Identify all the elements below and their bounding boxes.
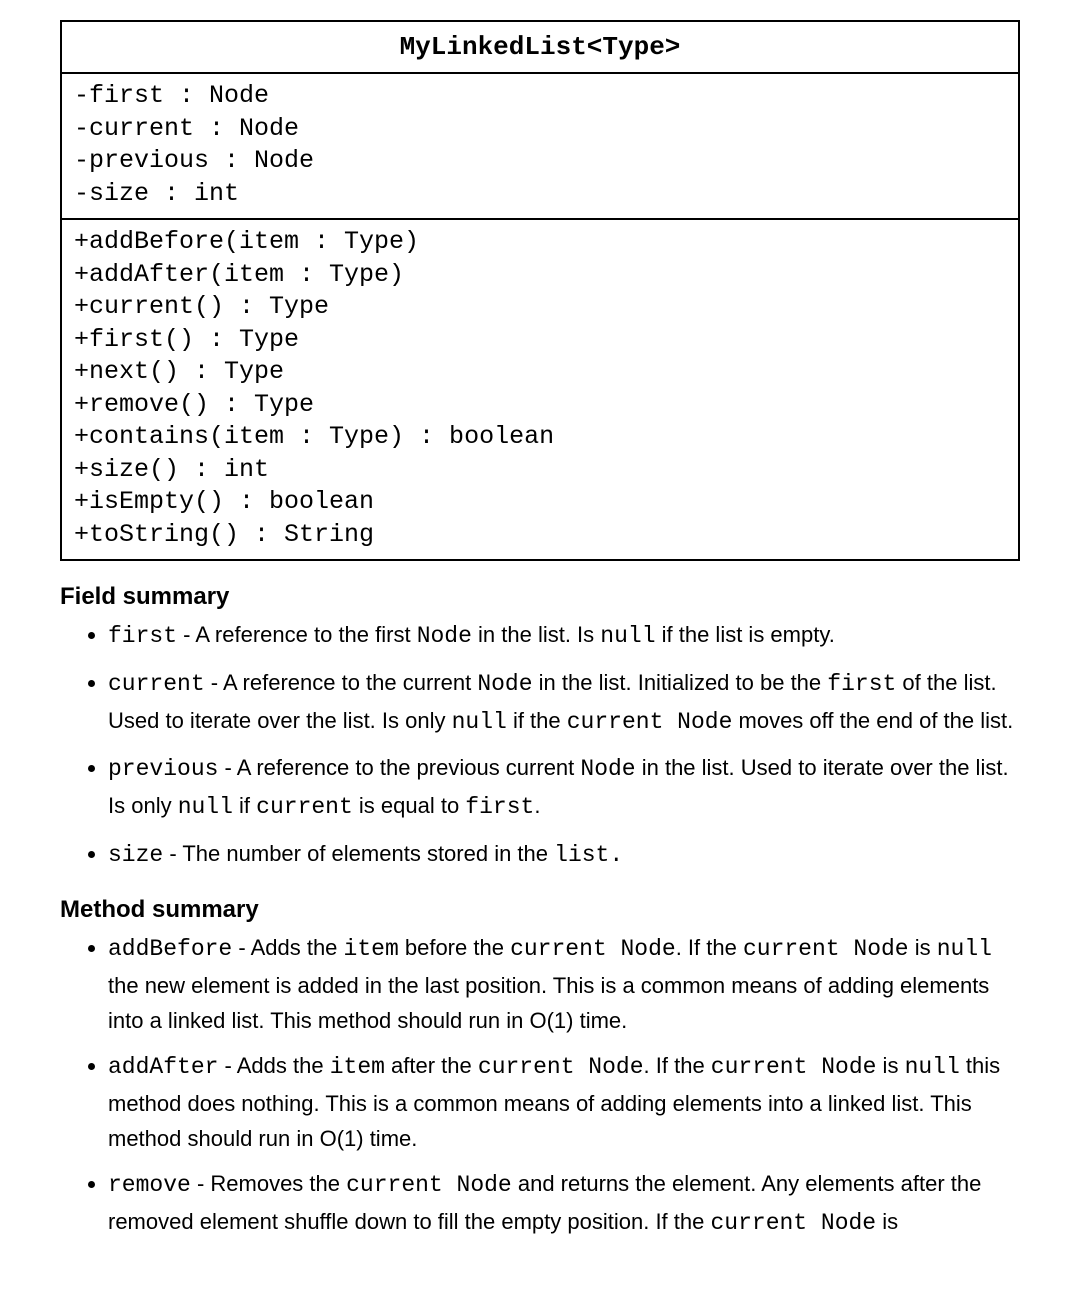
code-text: null [178,794,233,820]
uml-method-line: +current() : Type [74,291,1006,324]
uml-method-line: +addBefore(item : Type) [74,226,1006,259]
code-text: first [827,671,896,697]
code-text: addAfter [108,1054,218,1080]
code-text: current Node [711,1054,877,1080]
method-summary-heading: Method summary [60,896,1020,924]
uml-class-title: MyLinkedList<Type> [62,22,1018,74]
field-summary-item: previous - A reference to the previous c… [108,750,1020,826]
body-text: after the [385,1053,478,1078]
uml-field-line: -current : Node [74,113,1006,146]
body-text: before the [399,935,510,960]
method-summary-item: addBefore - Adds the item before the cur… [108,930,1020,1038]
code-text: current Node [743,936,909,962]
code-text: Node [417,623,472,649]
uml-field-line: -previous : Node [74,145,1006,178]
code-text: item [330,1054,385,1080]
body-text: moves off the end of the list. [732,708,1013,733]
field-summary-item: first - A reference to the first Node in… [108,617,1020,655]
code-text: current [108,671,205,697]
uml-method-line: +contains(item : Type) : boolean [74,421,1006,454]
body-text: the new element is added in the last pos… [108,973,989,1033]
body-text: . If the [676,935,743,960]
uml-field-line: -first : Node [74,80,1006,113]
method-summary-item: remove - Removes the current Node and re… [108,1166,1020,1242]
code-text: current Node [710,1210,876,1236]
body-text: in the list. Is [472,622,600,647]
body-text: . If the [644,1053,711,1078]
code-text: current [256,794,353,820]
body-text: - Adds the [232,935,343,960]
method-summary-item: addAfter - Adds the item after the curre… [108,1048,1020,1156]
method-summary-list: addBefore - Adds the item before the cur… [60,930,1020,1242]
body-text: . [534,793,540,818]
code-text: null [905,1054,960,1080]
uml-class-box: MyLinkedList<Type> -first : Node-current… [60,20,1020,561]
uml-method-line: +addAfter(item : Type) [74,259,1006,292]
body-text: if [233,793,256,818]
body-text: is [909,935,937,960]
code-text: null [937,936,992,962]
code-text: current Node [567,709,733,735]
uml-method-line: +first() : Type [74,324,1006,357]
field-summary-item: current - A reference to the current Nod… [108,665,1020,741]
code-text: current Node [346,1172,512,1198]
body-text: if the [507,708,567,733]
uml-method-line: +isEmpty() : boolean [74,486,1006,519]
body-text: is [876,1209,898,1234]
code-text: null [452,709,507,735]
code-text: current Node [510,936,676,962]
body-text: - A reference to the first [177,622,417,647]
code-text: first [108,623,177,649]
code-text: current Node [478,1054,644,1080]
uml-method-line: +next() : Type [74,356,1006,389]
code-text: remove [108,1172,191,1198]
body-text: - The number of elements stored in the [163,841,554,866]
body-text: - A reference to the previous current [218,755,580,780]
code-text: previous [108,756,218,782]
field-summary-item: size - The number of elements stored in … [108,836,1020,874]
field-summary-heading: Field summary [60,583,1020,611]
code-text: Node [477,671,532,697]
code-text: size [108,842,163,868]
body-text: in the list. Initialized to be the [533,670,828,695]
code-text: null [600,623,655,649]
uml-method-line: +remove() : Type [74,389,1006,422]
body-text: - Adds the [218,1053,329,1078]
uml-methods-section: +addBefore(item : Type)+addAfter(item : … [62,220,1018,559]
uml-field-line: -size : int [74,178,1006,211]
body-text: is [876,1053,904,1078]
code-text: addBefore [108,936,232,962]
code-text: item [344,936,399,962]
body-text: - A reference to the current [205,670,478,695]
code-text: list. [554,842,623,868]
uml-method-line: +toString() : String [74,519,1006,552]
code-text: Node [580,756,635,782]
document-page: MyLinkedList<Type> -first : Node-current… [0,0,1080,1242]
field-summary-list: first - A reference to the first Node in… [60,617,1020,874]
body-text: is equal to [353,793,466,818]
body-text: - Removes the [191,1171,346,1196]
code-text: first [465,794,534,820]
body-text: if the list is empty. [656,622,835,647]
uml-fields-section: -first : Node-current : Node-previous : … [62,74,1018,220]
uml-method-line: +size() : int [74,454,1006,487]
